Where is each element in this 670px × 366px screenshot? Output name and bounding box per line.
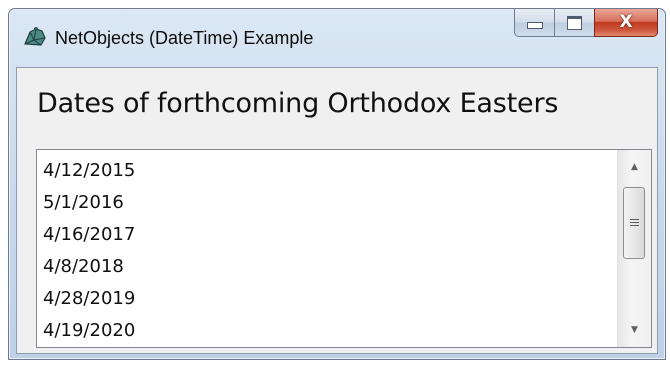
list-item-date[interactable]: 4/8/2018 bbox=[43, 251, 613, 283]
grip-icon bbox=[629, 218, 639, 228]
window-title: NetObjects (DateTime) Example bbox=[55, 28, 314, 48]
vertical-scrollbar[interactable]: ▲ ▼ bbox=[617, 150, 651, 347]
list-item-date[interactable]: 5/1/2016 bbox=[43, 187, 613, 219]
scroll-up-button[interactable]: ▲ bbox=[618, 150, 651, 184]
page-heading: Dates of forthcoming Orthodox Easters bbox=[37, 88, 559, 119]
list-item-date[interactable]: 4/28/2019 bbox=[43, 283, 613, 315]
close-icon: X bbox=[619, 12, 633, 32]
list-item-date[interactable]: 4/16/2017 bbox=[43, 219, 613, 251]
minimize-icon bbox=[526, 22, 543, 29]
app-window: NetObjects (DateTime) Example X Dates of… bbox=[8, 8, 666, 360]
scroll-down-button[interactable]: ▼ bbox=[618, 313, 651, 347]
scroll-down-arrow-icon: ▼ bbox=[631, 325, 638, 335]
dates-listbox[interactable]: 4/12/2015 5/1/2016 4/16/2017 4/8/2018 4/… bbox=[36, 149, 652, 348]
client-area: Dates of forthcoming Orthodox Easters 4/… bbox=[16, 67, 658, 354]
title-bar[interactable]: NetObjects (DateTime) Example X bbox=[9, 9, 665, 67]
list-item-date[interactable]: 4/19/2020 bbox=[43, 315, 613, 347]
maximize-icon bbox=[567, 15, 582, 30]
minimize-button[interactable] bbox=[514, 9, 554, 37]
list-item-date[interactable]: 4/12/2015 bbox=[43, 155, 613, 187]
maximize-button[interactable] bbox=[554, 9, 594, 37]
dates-list: 4/12/2015 5/1/2016 4/16/2017 4/8/2018 4/… bbox=[43, 155, 613, 347]
scroll-thumb[interactable] bbox=[623, 187, 645, 259]
close-button[interactable]: X bbox=[594, 9, 658, 37]
caption-buttons: X bbox=[514, 9, 658, 37]
scroll-up-arrow-icon: ▲ bbox=[631, 162, 638, 172]
app-icon[interactable] bbox=[22, 24, 48, 48]
